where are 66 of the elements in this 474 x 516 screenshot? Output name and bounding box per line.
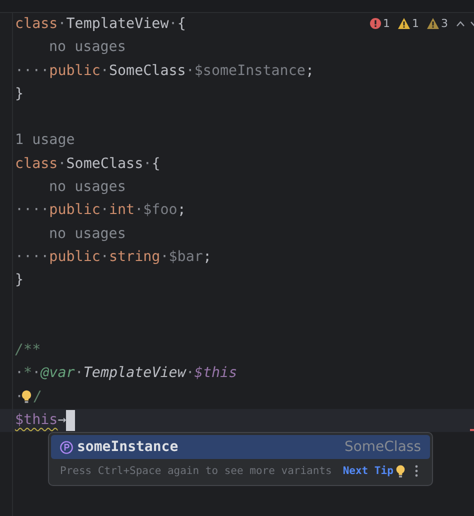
code-text: ; bbox=[177, 201, 186, 220]
doc-comment: /** bbox=[15, 341, 41, 360]
keyword: class bbox=[15, 154, 58, 174]
whitespace-marker: · bbox=[100, 201, 109, 220]
whitespace-marker: · bbox=[58, 15, 66, 34]
unused-variable: $someInstance bbox=[194, 62, 306, 81]
keyword: public bbox=[49, 62, 100, 81]
completion-hint: Press Ctrl+Space again to see more variants bbox=[60, 465, 332, 477]
code-text: } bbox=[15, 271, 24, 290]
keyword: public bbox=[49, 248, 100, 267]
doc-comment: * bbox=[24, 364, 32, 384]
unused-variable: $foo bbox=[143, 201, 178, 220]
whitespace-marker: ···· bbox=[15, 201, 50, 220]
code-text: } bbox=[15, 84, 24, 104]
usage-hint[interactable]: 1 usage bbox=[15, 129, 75, 153]
whitespace-marker: · bbox=[168, 15, 178, 34]
warning-icon bbox=[398, 18, 410, 29]
arrow-operator: → bbox=[58, 411, 66, 430]
error-icon bbox=[370, 18, 381, 29]
whitespace-marker: · bbox=[134, 201, 144, 220]
problem-count: 1 bbox=[383, 17, 390, 30]
whitespace-marker: · bbox=[15, 364, 24, 384]
code-text: SomeClass bbox=[108, 62, 186, 81]
code-text: { bbox=[177, 15, 186, 34]
doc-variable: $this bbox=[194, 364, 238, 384]
property-icon bbox=[60, 440, 73, 454]
whitespace-marker: ···· bbox=[15, 248, 50, 267]
usage-hint[interactable]: no usages bbox=[49, 36, 126, 60]
whitespace-marker: · bbox=[186, 62, 194, 81]
whitespace-marker: · bbox=[100, 248, 109, 267]
weak-warning-icon bbox=[427, 18, 439, 29]
lightbulb-icon[interactable] bbox=[20, 390, 32, 404]
completion-type: SomeClass bbox=[344, 439, 421, 455]
code-text: ; bbox=[202, 248, 212, 267]
code-text: { bbox=[152, 154, 160, 174]
whitespace-marker: · bbox=[32, 364, 41, 384]
doc-tag: @var bbox=[40, 362, 75, 386]
completion-item[interactable]: someInstance SomeClass bbox=[51, 435, 430, 459]
keyword: public bbox=[49, 201, 100, 220]
whitespace-marker: ···· bbox=[15, 62, 50, 81]
unused-variable: $bar bbox=[168, 248, 203, 267]
keyword: string bbox=[108, 248, 160, 267]
usage-hint[interactable]: no usages bbox=[49, 176, 126, 200]
more-options-icon[interactable] bbox=[415, 465, 418, 477]
whitespace-marker: · bbox=[186, 364, 194, 384]
code-text: TemplateView bbox=[66, 15, 169, 34]
code-text: SomeClass bbox=[66, 154, 144, 174]
problem-count: 1 bbox=[412, 17, 419, 30]
whitespace-marker: · bbox=[15, 388, 24, 407]
whitespace-marker: · bbox=[58, 154, 66, 174]
keyword: class bbox=[15, 15, 58, 34]
whitespace-marker: · bbox=[160, 248, 169, 267]
keyword: int bbox=[108, 201, 135, 220]
doc-comment: / bbox=[34, 388, 42, 407]
variable: $this bbox=[15, 411, 58, 430]
whitespace-marker: · bbox=[100, 62, 109, 81]
usage-hint[interactable]: no usages bbox=[49, 222, 126, 246]
code-text: ; bbox=[305, 62, 314, 81]
error-stripe-mark bbox=[470, 429, 474, 431]
problem-count: 3 bbox=[441, 17, 448, 30]
whitespace-marker: · bbox=[143, 154, 152, 174]
next-tip-link[interactable]: Next Tip bbox=[342, 465, 394, 477]
whitespace-marker: · bbox=[74, 364, 84, 384]
doc-type: TemplateView bbox=[83, 364, 186, 384]
lightbulb-icon bbox=[396, 464, 406, 478]
completion-name: someInstance bbox=[77, 439, 178, 455]
